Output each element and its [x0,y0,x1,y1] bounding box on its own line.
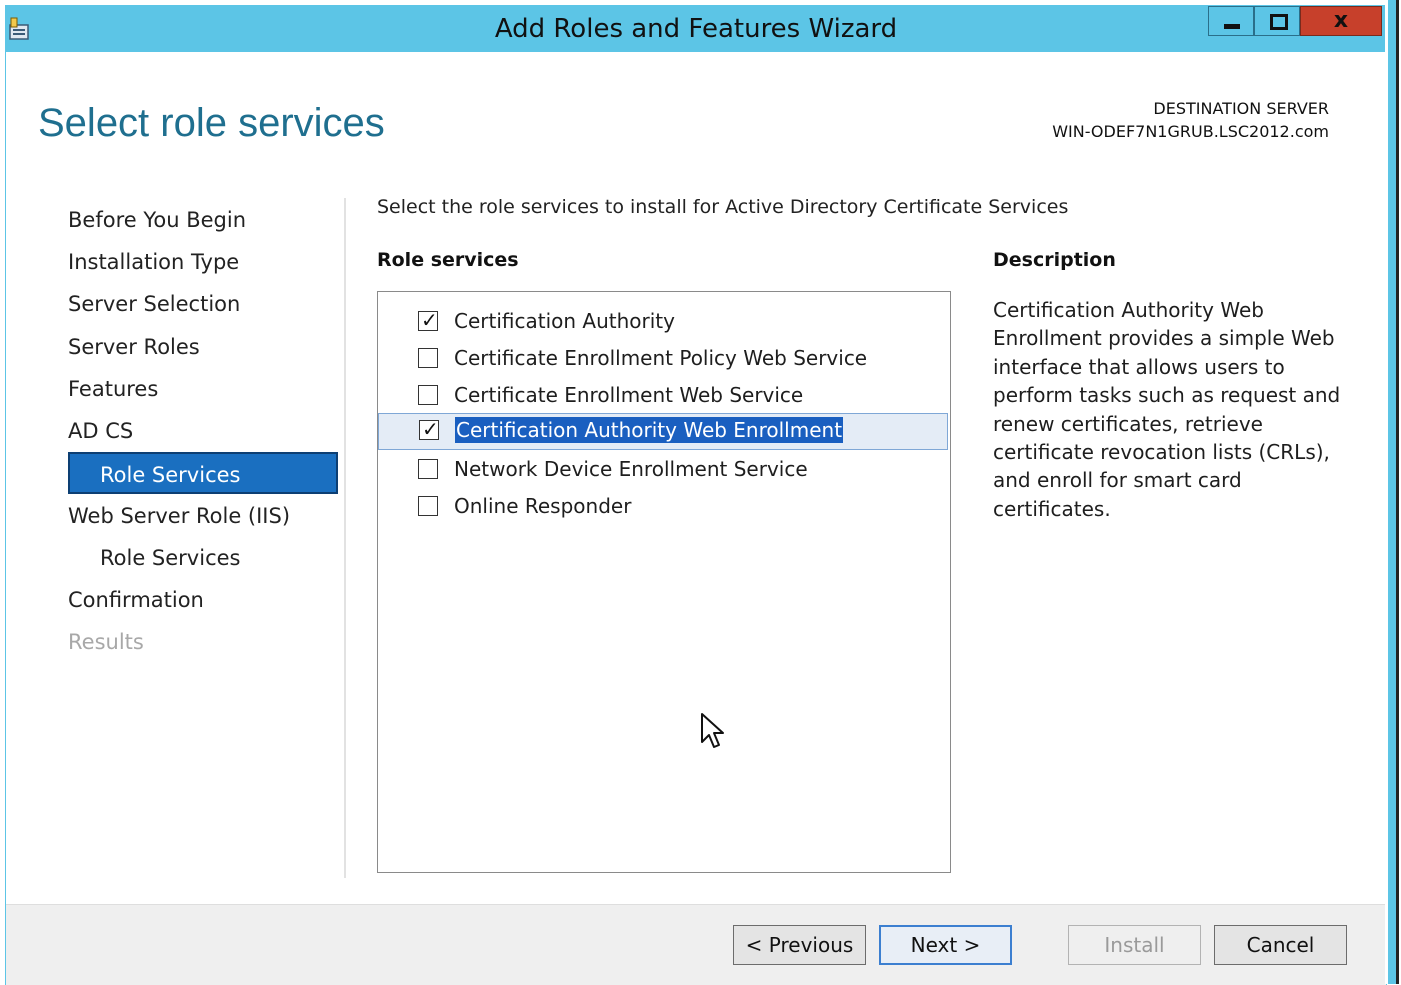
window-title: Add Roles and Features Wizard [494,14,898,44]
nav-item-iis-role-services[interactable]: Role Services [100,537,240,579]
ca-web-enrollment-checkbox[interactable]: ✓ [419,417,439,441]
role-service-label: Certificate Enrollment Web Service [454,383,804,407]
previous-button[interactable]: < Previous [733,925,866,965]
role-service-row[interactable]: ✓ Certification Authority [378,304,948,341]
online-responder-checkbox[interactable] [418,496,438,516]
nav-item-ad-cs[interactable]: AD CS [68,410,133,452]
nav-item-server-roles[interactable]: Server Roles [68,326,200,368]
destination-server-name: WIN-ODEF7N1GRUB.LSC2012.com [1052,122,1329,141]
role-service-row-selected[interactable]: ✓ Certification Authority Web Enrollment [378,413,948,450]
network-device-enrollment-checkbox[interactable] [418,459,438,479]
enrollment-web-service-checkbox[interactable] [418,385,438,405]
window-edge [1385,0,1401,984]
role-service-label: Certification Authority [454,309,675,333]
role-service-row[interactable]: Certificate Enrollment Policy Web Servic… [378,341,948,378]
nav-item-web-server-role[interactable]: Web Server Role (IIS) [68,495,290,537]
wizard-window: Add Roles and Features Wizard x Select r… [5,5,1387,985]
nav-item-before-you-begin[interactable]: Before You Begin [68,199,246,241]
description-heading: Description [993,249,1116,271]
enrollment-policy-web-service-checkbox[interactable] [418,348,438,368]
minimize-icon [1224,24,1240,29]
nav-item-installation-type[interactable]: Installation Type [68,241,239,283]
role-service-row[interactable]: Certificate Enrollment Web Service [378,378,948,415]
wizard-footer: < Previous Next > Install Cancel [6,904,1386,985]
instruction-text: Select the role services to install for … [377,196,1069,218]
close-button[interactable]: x [1300,6,1382,36]
mouse-pointer-icon [701,713,724,748]
nav-item-features[interactable]: Features [68,368,158,410]
maximize-icon [1270,14,1288,30]
role-services-list[interactable]: ✓ Certification Authority Certificate En… [377,291,951,873]
maximize-button[interactable] [1254,6,1300,36]
title-bar[interactable]: Add Roles and Features Wizard x [6,6,1386,52]
description-text: Certification Authority Web Enrollment p… [993,298,1341,521]
checkmark-icon: ✓ [421,308,438,332]
role-services-heading: Role services [377,249,519,271]
minimize-button[interactable] [1208,6,1254,36]
destination-server-label: DESTINATION SERVER [1153,99,1329,118]
nav-item-role-services-active[interactable]: Role Services [68,452,338,494]
role-service-label: Online Responder [454,494,632,518]
role-service-label: Certification Authority Web Enrollment [455,417,844,443]
page-title: Select role services [38,101,385,145]
role-service-label: Certificate Enrollment Policy Web Servic… [454,346,868,370]
nav-divider [344,198,346,878]
nav-item-results: Results [68,630,144,654]
nav-item-confirmation[interactable]: Confirmation [68,579,204,621]
role-service-row[interactable]: Online Responder [378,489,948,526]
close-icon: x [1333,8,1349,33]
install-button: Install [1068,925,1201,965]
checkmark-icon: ✓ [422,417,439,441]
nav-item-server-selection[interactable]: Server Selection [68,283,240,325]
role-service-label: Network Device Enrollment Service [454,457,808,481]
certification-authority-checkbox[interactable]: ✓ [418,308,438,332]
next-button[interactable]: Next > [879,925,1012,965]
cancel-button[interactable]: Cancel [1214,925,1347,965]
role-service-row[interactable]: Network Device Enrollment Service [378,452,948,489]
